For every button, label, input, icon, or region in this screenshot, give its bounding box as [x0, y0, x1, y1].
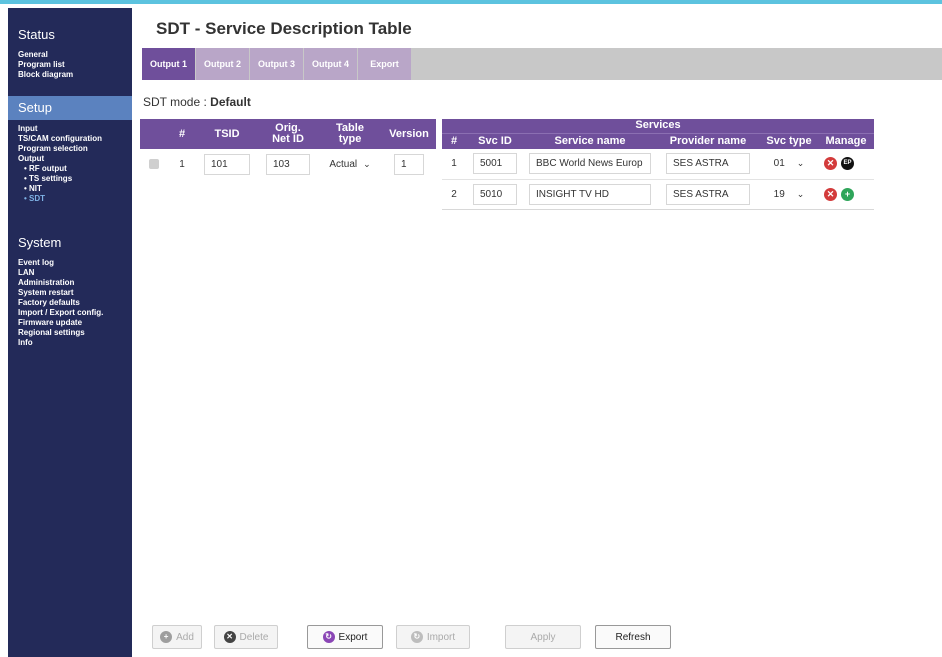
- tab-output-1[interactable]: Output 1: [142, 48, 195, 80]
- sidebar-item-rf-output[interactable]: • RF output: [18, 164, 132, 174]
- chevron-down-icon: ⌄: [363, 158, 371, 169]
- tsid-input[interactable]: 101: [204, 153, 250, 175]
- delete-service-icon[interactable]: ✕: [824, 187, 837, 201]
- chevron-down-icon: ⌄: [796, 158, 805, 169]
- sdt-mode: SDT mode : Default: [143, 95, 251, 109]
- page-title: SDT - Service Description Table: [156, 19, 412, 38]
- sidebar-item-output[interactable]: Output: [18, 154, 132, 164]
- sidebar-status-list: General Program list Block diagram: [8, 50, 132, 80]
- version-input[interactable]: 1: [394, 153, 424, 175]
- header-checkbox-col: [140, 119, 168, 149]
- sidebar-item-factory-defaults[interactable]: Factory defaults: [18, 298, 132, 308]
- sdt-mode-value: Default: [210, 95, 251, 109]
- refresh-button[interactable]: Refresh: [595, 625, 671, 649]
- header-services: Services: [442, 119, 874, 134]
- header-provider-name: Provider name: [656, 133, 760, 149]
- table-row: 2 5010 INSIGHT TV HD SES ASTRA 19 ⌄ ✕ +: [140, 178, 874, 210]
- header-service-name: Service name: [524, 133, 656, 149]
- add-button-label: Add: [176, 631, 194, 643]
- plus-icon: +: [160, 631, 173, 643]
- svc-type-select[interactable]: 19 ⌄: [774, 184, 805, 205]
- header-tsid: TSID: [196, 119, 258, 149]
- export-icon: ↻: [322, 631, 335, 643]
- sidebar-item-sdt[interactable]: • SDT: [18, 194, 132, 204]
- sidebar: Status General Program list Block diagra…: [8, 8, 132, 657]
- header-manage: Manage: [818, 133, 874, 149]
- table-row: 1 101 103 Actual ⌄ 1 1 5001 BBC World New…: [140, 149, 874, 179]
- sidebar-item-general[interactable]: General: [18, 50, 132, 60]
- export-button-label: Export: [338, 631, 368, 643]
- sidebar-system-list: Event log LAN Administration System rest…: [8, 258, 132, 348]
- import-icon: ↻: [410, 631, 423, 643]
- sidebar-heading-system[interactable]: System: [8, 232, 132, 254]
- import-button[interactable]: ↻ Import: [396, 625, 470, 649]
- orig-net-id-input[interactable]: 103: [266, 153, 310, 175]
- sidebar-item-input[interactable]: Input: [18, 124, 132, 134]
- sdt-table: # TSID Orig. Net ID Table type Version Ser…: [140, 119, 874, 210]
- provider-name-input[interactable]: SES ASTRA: [666, 153, 750, 175]
- ts-num: 1: [179, 158, 185, 170]
- add-service-icon[interactable]: +: [841, 187, 854, 201]
- sidebar-item-block-diagram[interactable]: Block diagram: [18, 70, 132, 80]
- sdt-mode-label: SDT mode :: [143, 95, 207, 109]
- header-svc-id: Svc ID: [466, 133, 524, 149]
- provider-name-input[interactable]: SES ASTRA: [666, 183, 750, 205]
- service-name-input[interactable]: INSIGHT TV HD: [529, 183, 651, 205]
- import-button-label: Import: [426, 631, 456, 643]
- sidebar-item-nit[interactable]: • NIT: [18, 184, 132, 194]
- sidebar-item-regional-settings[interactable]: Regional settings: [18, 328, 132, 338]
- service-name-input[interactable]: BBC World News Europ: [529, 153, 651, 175]
- sidebar-item-system-restart[interactable]: System restart: [18, 288, 132, 298]
- svc-num: 1: [451, 158, 457, 170]
- sidebar-item-firmware-update[interactable]: Firmware update: [18, 318, 132, 328]
- header-num: #: [168, 119, 196, 149]
- export-button[interactable]: ↻ Export: [307, 625, 383, 649]
- header-svc-num: #: [442, 133, 466, 149]
- apply-button[interactable]: Apply: [505, 625, 581, 649]
- output-tab-bar: Output 1 Output 2 Output 3 Output 4 Expo…: [142, 48, 942, 80]
- sidebar-item-event-log[interactable]: Event log: [18, 258, 132, 268]
- tab-output-4[interactable]: Output 4: [304, 48, 357, 80]
- delete-service-icon[interactable]: ✕: [824, 157, 837, 171]
- header-version: Version: [382, 119, 436, 149]
- header-table-type: Table type: [318, 119, 382, 149]
- sidebar-item-lan[interactable]: LAN: [18, 268, 132, 278]
- sidebar-item-administration[interactable]: Administration: [18, 278, 132, 288]
- sidebar-item-import-export-config[interactable]: Import / Export config.: [18, 308, 132, 318]
- table-type-select[interactable]: Actual ⌄: [329, 154, 370, 175]
- svc-type-select[interactable]: 01 ⌄: [774, 153, 805, 174]
- add-button[interactable]: + Add: [152, 625, 202, 649]
- header-svc-type: Svc type: [760, 133, 818, 149]
- header-orig-net-id: Orig. Net ID: [258, 119, 318, 149]
- delete-button-label: Delete: [239, 631, 269, 643]
- sidebar-item-program-selection[interactable]: Program selection: [18, 144, 132, 154]
- svc-id-input[interactable]: 5010: [473, 183, 517, 205]
- svc-num: 2: [442, 178, 466, 210]
- sidebar-item-ts-cam-configuration[interactable]: TS/CAM configuration: [18, 134, 132, 144]
- sidebar-item-ts-settings[interactable]: • TS settings: [18, 174, 132, 184]
- delete-icon: ✕: [223, 631, 236, 643]
- sidebar-setup-list: Input TS/CAM configuration Program selec…: [8, 124, 132, 204]
- tab-output-3[interactable]: Output 3: [250, 48, 303, 80]
- row-checkbox[interactable]: [149, 158, 159, 169]
- tab-output-2[interactable]: Output 2: [196, 48, 249, 80]
- service-info-icon[interactable]: EP: [841, 157, 854, 171]
- sidebar-heading-setup[interactable]: Setup: [8, 96, 132, 120]
- delete-button[interactable]: ✕ Delete: [214, 625, 278, 649]
- sidebar-item-program-list[interactable]: Program list: [18, 60, 132, 70]
- sidebar-heading-status[interactable]: Status: [8, 24, 132, 46]
- top-accent-line: [0, 0, 942, 4]
- chevron-down-icon: ⌄: [796, 188, 805, 199]
- svc-id-input[interactable]: 5001: [473, 153, 517, 175]
- sidebar-item-info[interactable]: Info: [18, 338, 132, 348]
- tab-export[interactable]: Export: [358, 48, 411, 80]
